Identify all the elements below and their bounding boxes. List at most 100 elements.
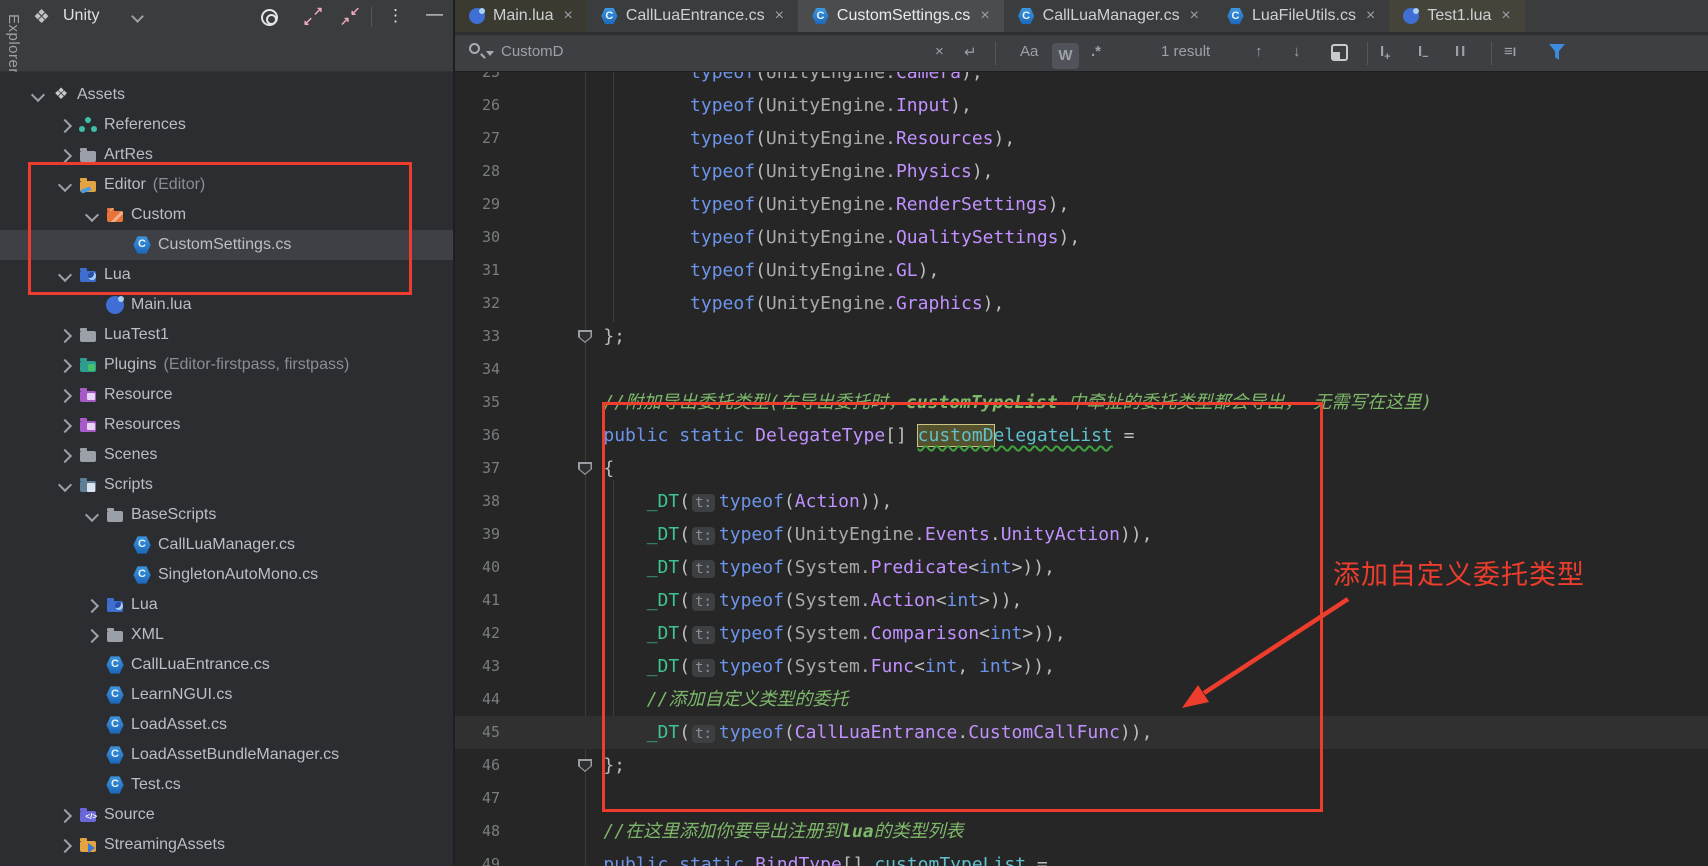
tab-close-icon[interactable]: ×: [980, 7, 989, 25]
code-line-30[interactable]: typeof(UnityEngine.QualitySettings),: [455, 221, 1708, 254]
tab-CallLuaEntrance.cs[interactable]: CCallLuaEntrance.cs×: [587, 0, 798, 32]
minimize-button[interactable]: —: [426, 4, 443, 24]
code-line-39[interactable]: _DT(t:typeof(UnityEngine.Events.UnityAct…: [455, 518, 1708, 551]
code-line-36[interactable]: public static DelegateType[] customDeleg…: [455, 419, 1708, 452]
code-line-37[interactable]: {: [455, 452, 1708, 485]
chevron-closed-icon[interactable]: [57, 147, 73, 163]
select-all-occurrences-button[interactable]: II: [1455, 43, 1467, 60]
chevron-open-icon[interactable]: [57, 177, 73, 193]
match-case-toggle[interactable]: Aa: [1020, 43, 1038, 60]
code-line-45[interactable]: _DT(t:typeof(CallLuaEntrance.CustomCallF…: [455, 716, 1708, 749]
regex-toggle[interactable]: .*: [1091, 43, 1101, 60]
tab-Main.lua[interactable]: Main.lua×: [455, 0, 587, 32]
code-line-38[interactable]: _DT(t:typeof(Action)),: [455, 485, 1708, 518]
chevron-closed-icon[interactable]: [57, 417, 73, 433]
tree-item-BaseScripts[interactable]: BaseScripts: [0, 500, 455, 530]
chevron-closed-icon[interactable]: [57, 117, 73, 133]
code-line-42[interactable]: _DT(t:typeof(System.Comparison<int>)),: [455, 617, 1708, 650]
tree-item-Lua[interactable]: Lua: [0, 260, 455, 290]
tab-LuaFileUtils.cs[interactable]: CLuaFileUtils.cs×: [1213, 0, 1389, 32]
tree-item-CustomSettings.cs[interactable]: CCustomSettings.cs: [0, 230, 455, 260]
tree-item-XML[interactable]: XML: [0, 620, 455, 650]
code-line-47[interactable]: [455, 782, 1708, 815]
find-history-chevron-icon[interactable]: [486, 51, 494, 60]
tree-item-LoadAsset.cs[interactable]: CLoadAsset.cs: [0, 710, 455, 740]
tree-item-Resource[interactable]: Resource: [0, 380, 455, 410]
previous-occurrence-button[interactable]: ↑: [1255, 43, 1263, 60]
chevron-open-icon[interactable]: [30, 87, 46, 103]
tree-item-Assets[interactable]: ❖Assets: [0, 80, 455, 110]
add-selection-button[interactable]: I+: [1380, 43, 1391, 63]
tree-item-Source[interactable]: Source: [0, 800, 455, 830]
tab-close-icon[interactable]: ×: [775, 7, 784, 25]
filter-icon[interactable]: [1549, 44, 1565, 60]
code-line-32[interactable]: typeof(UnityEngine.Graphics),: [455, 287, 1708, 320]
code-line-25[interactable]: typeof(UnityEngine.Camera),: [455, 72, 1708, 89]
tree-item-LearnNGUI.cs[interactable]: CLearnNGUI.cs: [0, 680, 455, 710]
tree-item-Editor[interactable]: Editor(Editor): [0, 170, 455, 200]
code-line-27[interactable]: typeof(UnityEngine.Resources),: [455, 122, 1708, 155]
tree-item-References[interactable]: References: [0, 110, 455, 140]
chevron-open-icon[interactable]: [84, 207, 100, 223]
tab-CallLuaManager.cs[interactable]: CCallLuaManager.cs×: [1004, 0, 1213, 32]
tree-item-LuaTest1[interactable]: LuaTest1: [0, 320, 455, 350]
code-line-48[interactable]: //在这里添加你要导出注册到lua的类型列表: [455, 815, 1708, 848]
code-line-46[interactable]: };: [455, 749, 1708, 782]
find-search-icon[interactable]: [469, 43, 480, 54]
tree-item-Custom[interactable]: Custom: [0, 200, 455, 230]
tree-item-CallLuaEntrance.cs[interactable]: CCallLuaEntrance.cs: [0, 650, 455, 680]
code-line-49[interactable]: public static BindType[] customTypeList …: [455, 848, 1708, 866]
tab-close-icon[interactable]: ×: [1501, 7, 1510, 25]
chevron-closed-icon[interactable]: [57, 387, 73, 403]
chevron-open-icon[interactable]: [57, 267, 73, 283]
code-line-26[interactable]: typeof(UnityEngine.Input),: [455, 89, 1708, 122]
tree-item-Test.cs[interactable]: CTest.cs: [0, 770, 455, 800]
explorer-strip-label[interactable]: Explorer: [5, 14, 22, 74]
tree-item-StreamingAssets[interactable]: StreamingAssets: [0, 830, 455, 860]
highlight-occurrences-toggle[interactable]: ≡I: [1504, 43, 1516, 60]
tab-CustomSettings.cs[interactable]: CCustomSettings.cs×: [798, 0, 1004, 32]
code-line-29[interactable]: typeof(UnityEngine.RenderSettings),: [455, 188, 1708, 221]
chevron-closed-icon[interactable]: [57, 447, 73, 463]
code-line-44[interactable]: //添加自定义类型的委托: [455, 683, 1708, 716]
code-editor[interactable]: typeof(UnityEngine.Camera), typeof(Unity…: [455, 72, 1708, 866]
tree-item-Resources[interactable]: Resources: [0, 410, 455, 440]
whole-words-toggle[interactable]: W: [1052, 43, 1079, 69]
expand-window-icon[interactable]: [303, 6, 323, 26]
chevron-open-icon[interactable]: [57, 477, 73, 493]
tree-item-Lua[interactable]: Lua: [0, 590, 455, 620]
remove-selection-button[interactable]: I−: [1418, 43, 1429, 63]
collapse-window-icon[interactable]: [340, 6, 360, 26]
code-line-34[interactable]: [455, 353, 1708, 386]
chevron-closed-icon[interactable]: [57, 327, 73, 343]
code-line-43[interactable]: _DT(t:typeof(System.Func<int, int>)),: [455, 650, 1708, 683]
find-clear-icon[interactable]: ×: [935, 43, 944, 60]
code-line-35[interactable]: //附加导出委托类型(在导出委托时，customTypeList 中牵扯的委托类…: [455, 386, 1708, 419]
tab-close-icon[interactable]: ×: [563, 7, 572, 25]
panel-divider[interactable]: [453, 0, 455, 866]
tree-item-Scripts[interactable]: Scripts: [0, 470, 455, 500]
find-query-input[interactable]: CustomD: [501, 43, 564, 60]
tree-item-LoadAssetBundleManager.cs[interactable]: CLoadAssetBundleManager.cs: [0, 740, 455, 770]
find-newline-icon[interactable]: ↵: [964, 43, 977, 61]
tree-item-ArtRes[interactable]: ArtRes: [0, 140, 455, 170]
chevron-closed-icon[interactable]: [84, 597, 100, 613]
code-line-31[interactable]: typeof(UnityEngine.GL),: [455, 254, 1708, 287]
tree-item-Main.lua[interactable]: Main.lua: [0, 290, 455, 320]
tab-close-icon[interactable]: ×: [1366, 7, 1375, 25]
code-line-28[interactable]: typeof(UnityEngine.Physics),: [455, 155, 1708, 188]
more-options-icon[interactable]: ⋮: [387, 6, 404, 26]
app-menu-chevron-icon[interactable]: [131, 10, 144, 23]
tree-item-CallLuaManager.cs[interactable]: CCallLuaManager.cs: [0, 530, 455, 560]
chevron-closed-icon[interactable]: [57, 357, 73, 373]
search-in-selection-toggle[interactable]: [1331, 44, 1348, 61]
chevron-closed-icon[interactable]: [57, 837, 73, 853]
chevron-closed-icon[interactable]: [57, 807, 73, 823]
tree-item-Plugins[interactable]: Plugins(Editor-firstpass, firstpass): [0, 350, 455, 380]
chevron-closed-icon[interactable]: [84, 627, 100, 643]
tree-item-Scenes[interactable]: Scenes: [0, 440, 455, 470]
next-occurrence-button[interactable]: ↓: [1293, 43, 1301, 60]
tree-item-SingletonAutoMono.cs[interactable]: CSingletonAutoMono.cs: [0, 560, 455, 590]
tab-Test1.lua[interactable]: Test1.lua×: [1389, 0, 1524, 32]
code-line-33[interactable]: };: [455, 320, 1708, 353]
